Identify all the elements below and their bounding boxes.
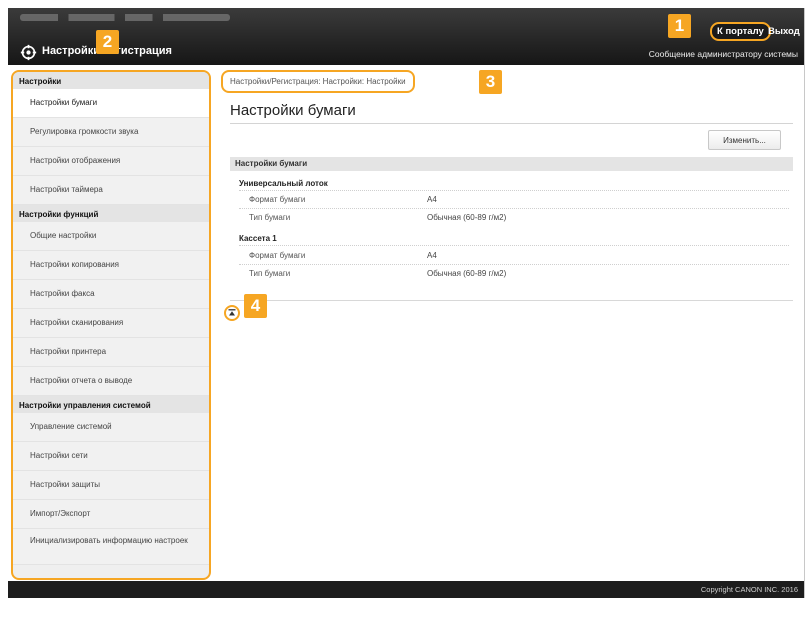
sidebar-item-printer[interactable]: Настройки принтера [13, 338, 209, 367]
callout-badge-4: 4 [244, 294, 267, 318]
section-header: Настройки бумаги [230, 157, 793, 171]
admin-message-link[interactable]: Сообщение администратору системы [649, 49, 798, 59]
sidebar-item-initialize[interactable]: Инициализировать информацию настроек [13, 529, 209, 565]
divider [230, 300, 793, 301]
copyright-text: Copyright CANON INC. 2016 [700, 585, 798, 594]
edit-button[interactable]: Изменить... [708, 130, 781, 150]
source-name: Кассета 1 [239, 234, 277, 243]
divider [239, 190, 789, 191]
sidebar-item-security[interactable]: Настройки защиты [13, 471, 209, 500]
sidebar-item-common[interactable]: Общие настройки [13, 222, 209, 251]
paper-type-value: Обычная (60-89 г/м2) [427, 213, 507, 222]
divider [239, 208, 789, 209]
sidebar-item-copy[interactable]: Настройки копирования [13, 251, 209, 280]
paper-type-label: Тип бумаги [249, 213, 291, 222]
callout-badge-2: 2 [96, 30, 119, 54]
breadcrumb: Настройки/Регистрация: Настройки: Настро… [221, 70, 415, 93]
sidebar-item-fax[interactable]: Настройки факса [13, 280, 209, 309]
paper-size-value: A4 [427, 195, 437, 204]
paper-type-label: Тип бумаги [249, 269, 291, 278]
paper-type-value: Обычная (60-89 г/м2) [427, 269, 507, 278]
page-title: Настройки бумаги [230, 102, 356, 119]
sidebar-item-paper-settings[interactable]: Настройки бумаги [13, 89, 209, 118]
callout-badge-3: 3 [479, 70, 502, 94]
divider [239, 245, 789, 246]
sidebar-item-display[interactable]: Настройки отображения [13, 147, 209, 176]
divider [239, 264, 789, 265]
scroll-to-top-button[interactable] [224, 305, 240, 321]
portal-link[interactable]: К порталу [710, 22, 771, 41]
main-content: Настройки/Регистрация: Настройки: Настро… [221, 70, 801, 580]
paper-size-label: Формат бумаги [249, 251, 306, 260]
sidebar-group-settings: Настройки [13, 72, 209, 89]
sidebar-menu: Настройки Настройки бумаги Регулировка г… [11, 70, 211, 580]
paper-size-label: Формат бумаги [249, 195, 306, 204]
sidebar-group-functions: Настройки функций [13, 205, 209, 222]
sidebar-item-system-management[interactable]: Управление системой [13, 413, 209, 442]
sidebar-item-timer[interactable]: Настройки таймера [13, 176, 209, 205]
sidebar-item-import-export[interactable]: Импорт/Экспорт [13, 500, 209, 529]
logout-link[interactable]: Выход [768, 26, 800, 37]
divider [230, 123, 793, 124]
callout-badge-1: 1 [668, 14, 691, 38]
sidebar-group-system: Настройки управления системой [13, 396, 209, 413]
sidebar-item-volume[interactable]: Регулировка громкости звука [13, 118, 209, 147]
paper-size-value: A4 [427, 251, 437, 260]
arrow-to-top-icon [228, 309, 236, 316]
blurred-device-name [20, 14, 230, 21]
source-name: Универсальный лоток [239, 179, 328, 188]
sidebar-item-scan[interactable]: Настройки сканирования [13, 309, 209, 338]
sidebar-item-network[interactable]: Настройки сети [13, 442, 209, 471]
browser-page: Настройки/Регистрация К порталу Выход Со… [8, 8, 805, 598]
sidebar-item-output-report[interactable]: Настройки отчета о выводе [13, 367, 209, 396]
gear-icon [20, 44, 37, 61]
footer: Copyright CANON INC. 2016 [8, 581, 804, 598]
